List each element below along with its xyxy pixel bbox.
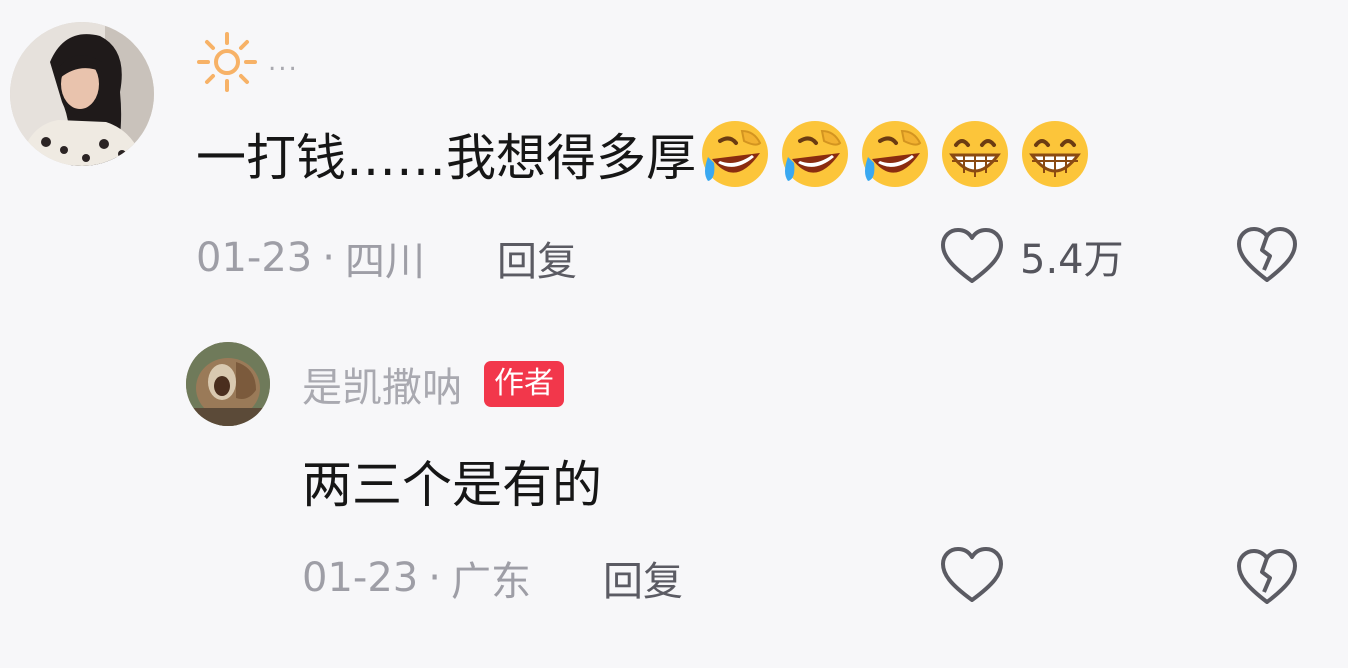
rofl-emoji	[702, 121, 768, 187]
reply-date: 01-23	[302, 555, 419, 601]
author-badge: 作者	[484, 361, 564, 407]
comment-text: 一打钱……我想得多厚	[196, 114, 1098, 194]
reply-location: 广东	[450, 559, 531, 605]
reply-author-name: 是凯撒呐	[302, 365, 462, 411]
emoji-group	[698, 117, 1098, 191]
rofl-emoji	[782, 121, 848, 187]
dislike-button[interactable]	[1236, 226, 1298, 288]
reply-text: 两三个是有的	[302, 456, 602, 514]
commenter-name[interactable]: ...	[196, 30, 299, 94]
commenter-avatar[interactable]	[10, 22, 154, 166]
rofl-emoji	[862, 121, 928, 187]
heart-outline-icon	[941, 547, 1003, 602]
reply-reply-button[interactable]: 回复	[603, 549, 683, 607]
broken-heart-icon	[1237, 549, 1297, 604]
sun-icon	[197, 32, 257, 92]
reply-like-button[interactable]	[940, 546, 1004, 608]
like-count: 5.4万	[1020, 237, 1124, 283]
reply-button[interactable]: 回复	[497, 229, 577, 287]
meta-separator: ·	[322, 235, 335, 281]
reply-meta: 01-23 · 广东 回复	[302, 548, 683, 608]
comment-text-body: 一打钱……我想得多厚	[196, 129, 696, 187]
avatar-image	[10, 22, 154, 166]
reply-author[interactable]: 是凯撒呐 作者	[302, 352, 564, 416]
comment-thread: ... 一打钱……我想得多厚 01-23 · 四川 回复 5.4万 是凯撒呐 作…	[0, 0, 1348, 668]
commenter-name-text: ...	[268, 47, 299, 77]
grin-emoji	[942, 121, 1008, 187]
avatar-image	[186, 342, 270, 426]
comment-location: 四川	[344, 239, 425, 285]
like-button[interactable]: 5.4万	[940, 224, 1124, 288]
meta-separator: ·	[428, 555, 441, 601]
grin-emoji	[1022, 121, 1088, 187]
reply-avatar[interactable]	[186, 342, 270, 426]
reply-dislike-button[interactable]	[1236, 548, 1298, 610]
broken-heart-icon	[1237, 227, 1297, 282]
heart-outline-icon	[941, 228, 1003, 283]
comment-meta: 01-23 · 四川 回复	[196, 228, 577, 288]
comment-date: 01-23	[196, 235, 313, 281]
